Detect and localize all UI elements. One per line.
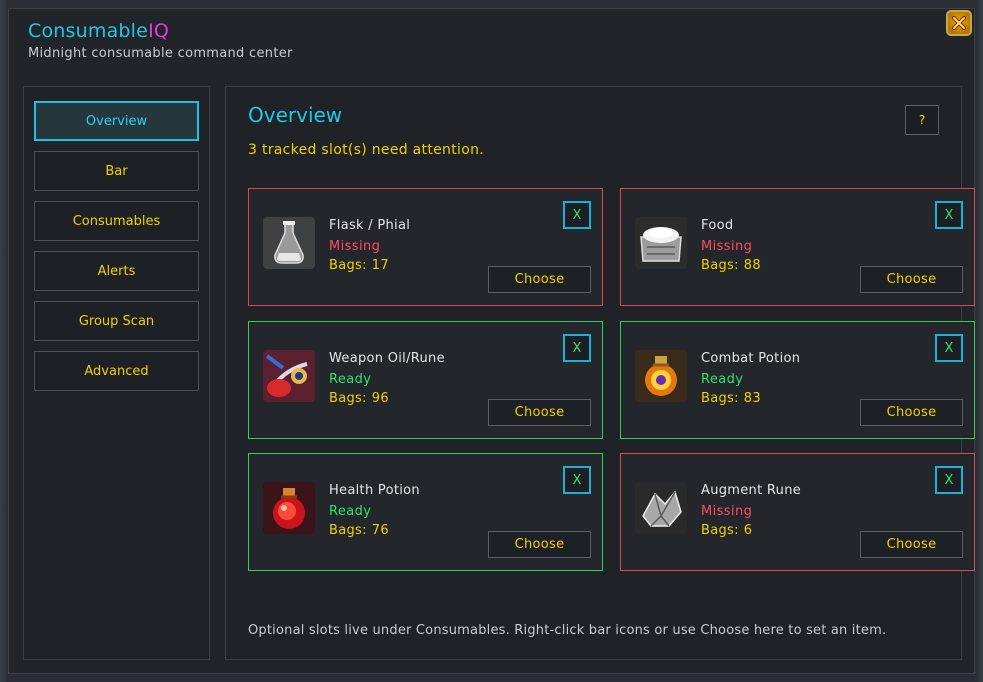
slot-name: Health Potion — [329, 483, 420, 498]
slot-status: Missing — [701, 239, 753, 254]
slot-name: Food — [701, 218, 734, 233]
slot-card-weapon-oil: Weapon Oil/Rune Ready Bags: 96 X Choose — [248, 321, 603, 439]
sidebar-item-consumables[interactable]: Consumables — [34, 201, 199, 241]
footer-hint: Optional slots live under Consumables. R… — [248, 623, 887, 638]
weapon-oil-icon — [263, 350, 315, 402]
slot-name: Augment Rune — [701, 483, 802, 498]
remove-slot-button[interactable]: X — [935, 334, 963, 362]
slot-name: Weapon Oil/Rune — [329, 351, 445, 366]
health-potion-icon — [263, 482, 315, 534]
food-icon — [635, 217, 687, 269]
remove-slot-button[interactable]: X — [563, 201, 591, 229]
choose-button[interactable]: Choose — [488, 531, 591, 558]
slot-name: Combat Potion — [701, 351, 801, 366]
slot-bag-count: Bags: 76 — [329, 523, 389, 538]
slot-card-combat-potion: Combat Potion Ready Bags: 83 X Choose — [620, 321, 975, 439]
combat-potion-icon — [635, 350, 687, 402]
slot-status: Ready — [329, 504, 372, 519]
close-icon — [952, 16, 966, 30]
choose-button[interactable]: Choose — [488, 266, 591, 293]
sidebar-item-bar[interactable]: Bar — [34, 151, 199, 191]
slot-card-health-potion: Health Potion Ready Bags: 76 X Choose — [248, 453, 603, 571]
sidebar-nav: Overview Bar Consumables Alerts Group Sc… — [23, 86, 210, 660]
addon-title: ConsumableIQ — [28, 20, 170, 42]
help-button[interactable]: ? — [905, 105, 939, 135]
addon-subtitle: Midnight consumable command center — [28, 46, 293, 61]
slot-bag-count: Bags: 96 — [329, 391, 389, 406]
slot-status: Missing — [329, 239, 381, 254]
remove-slot-button[interactable]: X — [563, 334, 591, 362]
slot-status: Ready — [329, 372, 372, 387]
slot-card-flask: Flask / Phial Missing Bags: 17 X Choose — [248, 188, 603, 306]
slot-status: Missing — [701, 504, 753, 519]
page-title: Overview — [248, 103, 343, 127]
slot-bag-count: Bags: 6 — [701, 523, 753, 538]
remove-slot-button[interactable]: X — [935, 466, 963, 494]
close-button[interactable] — [946, 10, 972, 36]
slot-bag-count: Bags: 83 — [701, 391, 761, 406]
augment-rune-icon — [635, 482, 687, 534]
slot-bag-count: Bags: 17 — [329, 258, 389, 273]
sidebar-item-group-scan[interactable]: Group Scan — [34, 301, 199, 341]
sidebar-item-alerts[interactable]: Alerts — [34, 251, 199, 291]
choose-button[interactable]: Choose — [860, 531, 963, 558]
attention-summary: 3 tracked slot(s) need attention. — [248, 142, 484, 158]
remove-slot-button[interactable]: X — [563, 466, 591, 494]
flask-icon — [263, 217, 315, 269]
sidebar-item-advanced[interactable]: Advanced — [34, 351, 199, 391]
slot-bag-count: Bags: 88 — [701, 258, 761, 273]
choose-button[interactable]: Choose — [488, 399, 591, 426]
remove-slot-button[interactable]: X — [935, 201, 963, 229]
choose-button[interactable]: Choose — [860, 266, 963, 293]
slot-status: Ready — [701, 372, 744, 387]
slot-name: Flask / Phial — [329, 218, 411, 233]
slot-card-food: Food Missing Bags: 88 X Choose — [620, 188, 975, 306]
sidebar-item-overview[interactable]: Overview — [34, 101, 199, 141]
choose-button[interactable]: Choose — [860, 399, 963, 426]
overview-panel: Overview 3 tracked slot(s) need attentio… — [225, 86, 975, 660]
slot-card-augment-rune: Augment Rune Missing Bags: 6 X Choose — [620, 453, 975, 571]
